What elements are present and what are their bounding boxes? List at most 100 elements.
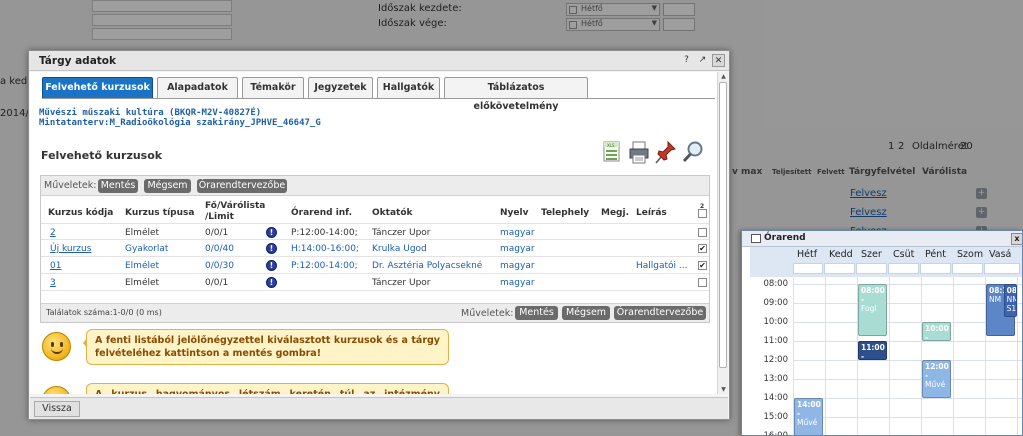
row-checkbox[interactable]: [698, 278, 707, 287]
save-button[interactable]: Mentés: [515, 306, 558, 320]
timetable-event[interactable]: 11:00 -Kala: [858, 341, 887, 360]
dialog-titlebar[interactable]: Tárgy adatok ? ↗ ✕: [29, 51, 729, 71]
scroll-up-icon[interactable]: ▲: [719, 73, 728, 80]
hour-label: 15:00: [763, 412, 789, 422]
col-site[interactable]: Telephely: [541, 208, 589, 219]
smiley-icon: [42, 332, 71, 361]
timetable-popup: Órarend x Hétf Kedd Szer Csüt Pént Szom Vasá 0…: [741, 230, 1023, 436]
save-button[interactable]: Mentés: [98, 179, 138, 193]
course-headcount: 0/0/40: [205, 244, 234, 254]
tab-notes[interactable]: Jegyzetek: [308, 77, 373, 98]
timetable-event[interactable]: 08:00 - Fogl: [858, 284, 887, 337]
day-slot: [984, 263, 1020, 274]
hint-bubble: A fenti listából jelölőnégyzettel kivála…: [83, 329, 449, 365]
scroll-down-icon[interactable]: ▼: [719, 386, 728, 393]
timetable-planner-button[interactable]: Órarendtervezőbe: [197, 179, 287, 193]
info-icon[interactable]: !: [266, 227, 277, 238]
course-headcount: 0/0/1: [205, 278, 229, 288]
info-icon[interactable]: !: [266, 277, 277, 288]
course-headcount: 0/0/30: [205, 261, 234, 271]
timetable-titlebar[interactable]: Órarend: [742, 231, 1022, 247]
row-checkbox[interactable]: ✔: [698, 244, 707, 253]
cancel-button[interactable]: Mégsem: [144, 179, 191, 193]
table-row[interactable]: Új kurzus Gyakorlat 0/0/40 ! H:14:00-16:…: [41, 240, 709, 257]
courses-grid: Műveletek: Mentés Mégsem Órarendtervezőb…: [40, 175, 710, 323]
pin-icon[interactable]: [655, 140, 677, 167]
hour-label: 16:00: [763, 431, 789, 436]
grid-line: [921, 277, 922, 435]
day-header: Pént: [925, 249, 946, 260]
select-all-checkbox[interactable]: [698, 209, 707, 218]
cancel-button[interactable]: Mégsem: [562, 306, 610, 320]
col-description[interactable]: Leírás: [636, 208, 667, 219]
timetable-event[interactable]: 12:00 - Művé: [922, 360, 951, 398]
subject-data-dialog: Tárgy adatok ? ↗ ✕ Felvehető kurzusok Al…: [28, 50, 730, 420]
tab-basic-data[interactable]: Alapadatok: [157, 77, 238, 98]
table-row[interactable]: 2 Elmélet 0/0/1 ! P:12:00-14:00; Tánczer…: [41, 223, 709, 240]
dialog-scrollbar[interactable]: ▲ ▼: [717, 72, 728, 394]
hour-label: 12:00: [763, 355, 789, 365]
course-code-link[interactable]: 3: [50, 278, 56, 288]
day-header: Csüt: [893, 249, 915, 260]
timetable-event[interactable]: 10:00 -Fogl: [922, 322, 951, 341]
tab-topic[interactable]: Témakör: [242, 77, 304, 98]
curriculum-line: Mintatanterv:M_Radioökológia szakirány_J…: [39, 118, 321, 128]
restore-icon[interactable]: ↗: [696, 54, 709, 67]
course-language: magyar: [500, 228, 535, 238]
scroll-thumb[interactable]: [719, 82, 727, 368]
course-code-link[interactable]: 2: [50, 228, 56, 238]
course-headcount: 0/0/1: [205, 228, 229, 238]
hour-label: 14:00: [763, 393, 789, 403]
calendar-icon: [751, 234, 761, 243]
close-icon[interactable]: ✕: [712, 54, 725, 67]
actions-label: Műveletek:: [461, 308, 514, 319]
course-teacher: Tánczer Upor: [372, 228, 431, 238]
timetable-event[interactable]: 14:00 - Művé: [794, 398, 823, 435]
course-code-link[interactable]: Új kurzus: [50, 244, 91, 254]
row-checkbox[interactable]: [698, 228, 707, 237]
row-checkbox[interactable]: ✔: [698, 261, 707, 270]
timetable-day-header: Hétf Kedd Szer Csüt Pént Szom Vasá: [750, 247, 1022, 277]
tab-prerequisites[interactable]: Táblázatos előkövetelmény: [444, 77, 588, 112]
col-language[interactable]: Nyelv: [500, 208, 528, 219]
col-note[interactable]: Megj.: [601, 208, 629, 219]
course-schedule: H:14:00-16:00;: [291, 244, 359, 254]
info-icon[interactable]: !: [266, 243, 277, 254]
course-type: Elmélet: [125, 261, 160, 271]
grid-line: [793, 360, 1022, 361]
print-icon[interactable]: [628, 140, 650, 167]
grid-line: [793, 379, 1022, 380]
timetable-event[interactable]: 08:1NM S1: [1003, 284, 1017, 318]
back-button[interactable]: Vissza: [34, 401, 80, 417]
day-slot: [856, 263, 887, 274]
course-teacher: Dr. Asztéria Polyacsekné: [372, 261, 483, 271]
table-row[interactable]: 3 Elmélet 0/0/1 ! Tánczer Upor magyar: [41, 274, 709, 291]
info-icon[interactable]: !: [266, 260, 277, 271]
day-slot: [920, 263, 951, 274]
hour-label: 10:00: [763, 317, 789, 327]
course-description[interactable]: Hallgatói ...: [636, 261, 688, 271]
tab-divider: [42, 98, 715, 99]
col-course-type[interactable]: Kurzus típusa: [125, 208, 194, 219]
table-row[interactable]: 01 Elmélet 0/0/30 ! P:12:00-14:00; Dr. A…: [41, 257, 709, 274]
day-header: Vasá: [989, 249, 1012, 260]
help-icon[interactable]: ?: [680, 54, 693, 67]
col-schedule[interactable]: Órarend inf.: [291, 208, 352, 219]
excel-export-icon[interactable]: XLS: [602, 140, 622, 167]
col-teachers[interactable]: Oktatók: [372, 208, 412, 219]
hour-label: 09:00: [763, 298, 789, 308]
col-course-code[interactable]: Kurzus kódja: [48, 208, 113, 219]
timetable-planner-button[interactable]: Órarendtervezőbe: [614, 306, 706, 320]
tab-students[interactable]: Hallgatók: [377, 77, 440, 98]
day-header: Szom: [957, 249, 984, 260]
search-icon[interactable]: [682, 140, 704, 167]
col-headcount[interactable]: Fő/Várólista /Limit: [205, 201, 265, 223]
grid-line: [793, 341, 1022, 342]
tab-available-courses[interactable]: Felvehető kurzusok: [42, 77, 153, 99]
course-type: Gyakorlat: [125, 244, 169, 254]
close-icon[interactable]: x: [1011, 233, 1022, 245]
grid-footer: Találatok száma:1-0/0 (0 ms) Műveletek: …: [41, 303, 709, 322]
course-code-link[interactable]: 01: [50, 261, 61, 271]
dialog-footer: Vissza: [30, 397, 728, 419]
course-teacher: Krulka Ugod: [372, 244, 427, 254]
